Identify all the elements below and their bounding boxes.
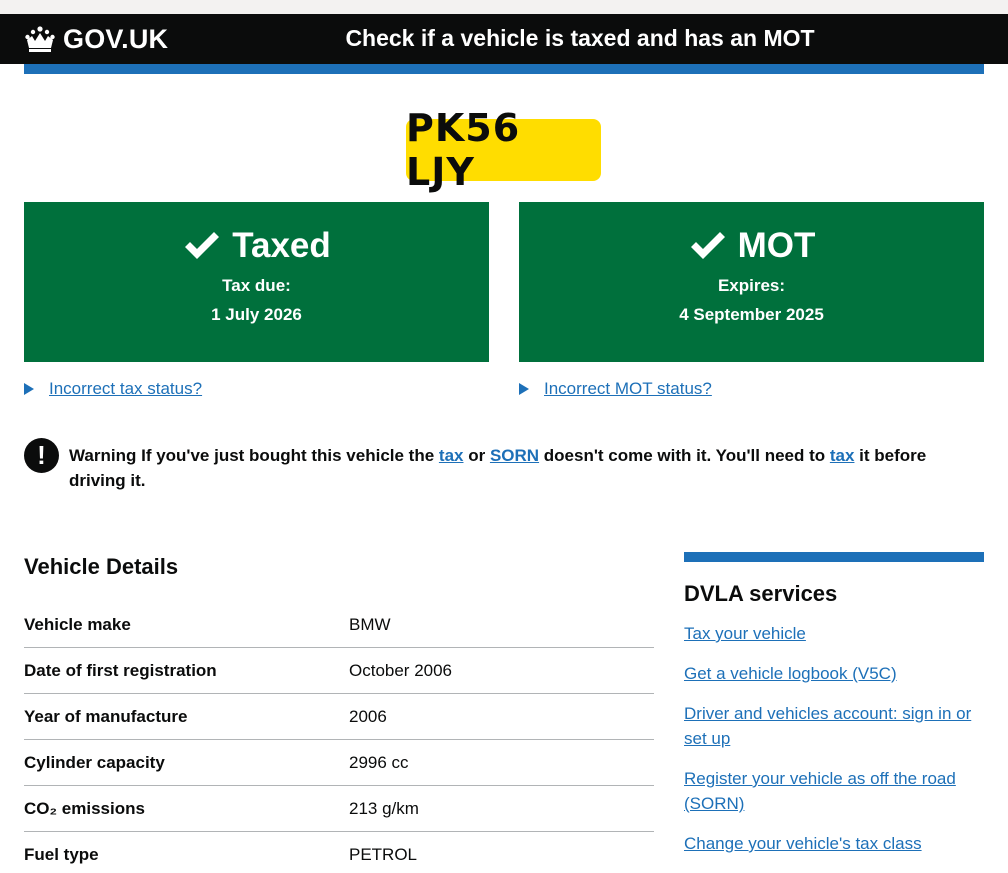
mot-status-text: MOT	[737, 226, 816, 265]
list-item: Tax your vehicle	[684, 621, 984, 646]
sorn-link[interactable]: SORN	[490, 446, 539, 465]
warning-icon: !	[24, 438, 59, 473]
dvla-services-heading: DVLA services	[684, 581, 838, 606]
govuk-logo-link[interactable]: GOV.UK	[24, 22, 168, 56]
fuel-type-key: Fuel type	[24, 845, 99, 864]
vehicles-account-link[interactable]: Driver and vehicles account: sign in or …	[684, 704, 971, 748]
change-tax-class-link[interactable]: Change your vehicle's tax class	[684, 834, 922, 853]
registration-plate: PK56 LJY	[406, 106, 601, 194]
tax-due-date: 1 July 2026	[211, 305, 302, 324]
vehicle-logbook-link[interactable]: Get a vehicle logbook (V5C)	[684, 664, 897, 683]
warning-text-part: doesn't come with it. You'll need to	[539, 446, 830, 465]
service-name-link[interactable]: Check if a vehicle is taxed and has an M…	[300, 25, 860, 52]
year-of-manufacture-key: Year of manufacture	[24, 706, 188, 726]
tick-icon	[185, 232, 220, 259]
vehicle-make-value: BMW	[349, 614, 391, 634]
vehicle-details-row: CO₂ emissions 213 g/km	[24, 786, 654, 832]
vehicle-details-row: Date of first registration October 2006	[24, 648, 654, 694]
tax-status-panel: Taxed Tax due: 1 July 2026	[24, 202, 489, 362]
list-item: Change your vehicle's tax class	[684, 831, 984, 856]
first-registration-key: Date of first registration	[24, 660, 217, 680]
vehicle-details-heading: Vehicle Details	[24, 554, 179, 579]
triangle-right-icon	[519, 383, 529, 395]
header-blue-bar	[24, 64, 984, 74]
govuk-logo-text: GOV.UK	[63, 23, 169, 54]
mot-status-panel: MOT Expires: 4 September 2025	[519, 202, 984, 362]
tax-link[interactable]: tax	[439, 446, 464, 465]
warning-message: Warning If you've just bought this vehic…	[69, 443, 984, 493]
tax-status-text: Taxed	[232, 226, 331, 265]
tax-status-title: Taxed	[24, 226, 489, 266]
co2-emissions-value: 213 g/km	[349, 798, 419, 818]
triangle-right-icon	[24, 383, 34, 395]
incorrect-mot-status-toggle[interactable]: Incorrect MOT status?	[519, 379, 712, 399]
list-item: Get a vehicle logbook (V5C)	[684, 661, 984, 686]
year-of-manufacture-value: 2006	[349, 706, 387, 726]
mot-expiry-date: 4 September 2025	[679, 305, 824, 324]
sorn-register-link[interactable]: Register your vehicle as off the road (S…	[684, 769, 956, 813]
vehicle-details-row: Cylinder capacity 2996 cc	[24, 740, 654, 786]
vehicle-details-row: Fuel type PETROL	[24, 832, 654, 873]
incorrect-tax-status-toggle[interactable]: Incorrect tax status?	[24, 379, 202, 399]
dvla-services-list: Tax your vehicle Get a vehicle logbook (…	[684, 621, 984, 856]
incorrect-tax-status-link[interactable]: Incorrect tax status?	[49, 379, 202, 399]
crown-icon	[25, 26, 55, 52]
tax-due-label: Tax due:	[222, 276, 291, 295]
cylinder-capacity-value: 2996 cc	[349, 752, 409, 772]
first-registration-value: October 2006	[349, 660, 453, 680]
vehicle-make-key: Vehicle make	[24, 614, 131, 634]
govuk-header: GOV.UK Check if a vehicle is taxed and h…	[0, 14, 1008, 64]
mot-expires-label: Expires:	[717, 276, 786, 295]
mot-status-title: MOT	[519, 226, 984, 266]
incorrect-mot-status-link[interactable]: Incorrect MOT status?	[544, 379, 712, 399]
dvla-services-panel: DVLA services Tax your vehicle Get a veh…	[684, 552, 984, 871]
warning-prefix: Warning	[69, 446, 137, 465]
fuel-type-value: PETROL	[349, 845, 418, 864]
vehicle-details-row: Year of manufacture 2006	[24, 694, 654, 740]
vehicle-details-row: Vehicle make BMW	[24, 602, 654, 648]
warning-text-part: or	[463, 446, 490, 465]
co2-emissions-key: CO₂ emissions	[24, 798, 145, 818]
warning-text-part: If you've just bought this vehicle the	[136, 446, 439, 465]
tax-your-vehicle-link[interactable]: Tax your vehicle	[684, 624, 806, 643]
vehicle-details-list: Vehicle make BMW Date of first registrat…	[24, 602, 654, 873]
list-item: Register your vehicle as off the road (S…	[684, 766, 984, 816]
cylinder-capacity-key: Cylinder capacity	[24, 752, 165, 772]
list-item: Driver and vehicles account: sign in or …	[684, 701, 984, 751]
browser-top-strip	[0, 0, 1008, 14]
tick-icon	[690, 232, 725, 259]
tax-link-2[interactable]: tax	[830, 446, 855, 465]
